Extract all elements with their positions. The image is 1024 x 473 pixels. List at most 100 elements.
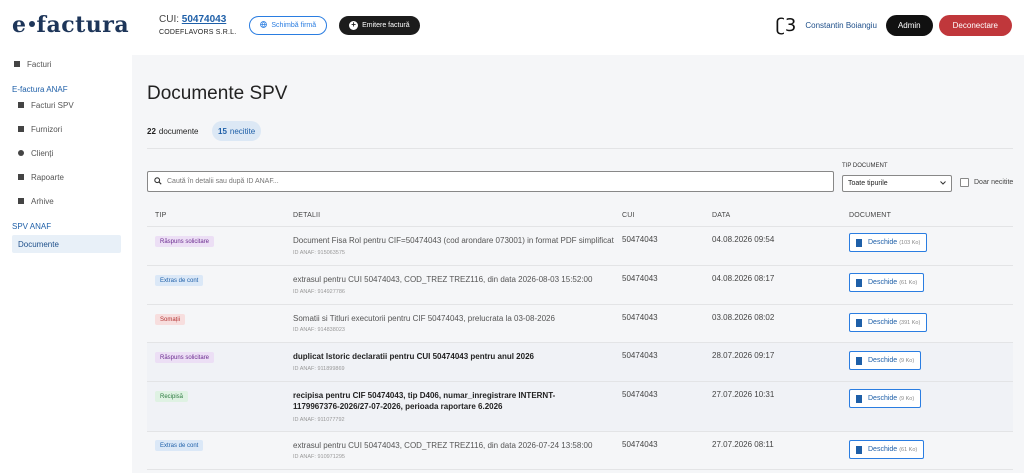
documents-count-number: 22 bbox=[147, 126, 156, 136]
sidebar-item-label: Clienți bbox=[31, 148, 54, 158]
logo-e: e bbox=[12, 12, 27, 38]
table-row[interactable]: Somații Somatii si Titluri executorii pe… bbox=[147, 305, 1013, 343]
row-date: 27.07.2026 08:11 bbox=[712, 440, 774, 449]
file-icon bbox=[856, 445, 862, 454]
only-unread-checkbox[interactable]: Doar necitite bbox=[960, 178, 1013, 187]
logo-dot bbox=[28, 21, 35, 27]
open-label: Deschide bbox=[868, 279, 898, 286]
row-details: extrasul pentru CUI 50474043, COD_TREZ T… bbox=[293, 441, 593, 450]
file-icon bbox=[856, 356, 862, 365]
checkbox-box[interactable] bbox=[960, 178, 969, 187]
sidebar-item-label: Facturi bbox=[27, 59, 52, 69]
issue-invoice-label: Emitere factură bbox=[362, 21, 410, 29]
unread-count-badge[interactable]: 15 necitite bbox=[212, 121, 262, 141]
document-icon bbox=[14, 61, 20, 67]
unread-count-number: 15 bbox=[218, 126, 227, 136]
top-header: e factura CUI: 50474043 CODEFLAVORS S.R.L… bbox=[0, 0, 1024, 50]
sidebar-item-furnizori[interactable]: Furnizori bbox=[18, 119, 124, 139]
document-type-value: Toate tipurile bbox=[848, 180, 888, 187]
file-icon bbox=[856, 318, 862, 327]
change-company-label: Schimbă firmă bbox=[271, 21, 317, 29]
company-name: CODEFLAVORS S.R.L. bbox=[159, 29, 237, 36]
issue-invoice-button[interactable]: + Emitere factură bbox=[339, 15, 420, 35]
open-document-button[interactable]: Deschide (9 Ko) bbox=[849, 351, 922, 370]
efactura-logo[interactable]: e factura bbox=[12, 12, 142, 38]
anaf-id: ID ANAF: 914838023 bbox=[293, 327, 345, 333]
invoice-icon bbox=[18, 102, 24, 108]
calendar-icon bbox=[18, 174, 24, 180]
row-date: 03.08.2026 08:02 bbox=[712, 313, 775, 322]
type-badge: Recipisă bbox=[155, 391, 189, 402]
search-input[interactable]: Caută în detalii sau după ID ANAF... bbox=[147, 171, 834, 192]
row-cui: 50474043 bbox=[622, 390, 658, 399]
row-date: 04.08.2026 09:54 bbox=[712, 235, 775, 244]
only-unread-label: Doar necitite bbox=[974, 179, 1014, 186]
unread-count-label: necitite bbox=[229, 126, 256, 136]
open-label: Deschide bbox=[868, 446, 898, 453]
admin-button[interactable]: Admin bbox=[885, 14, 933, 36]
open-document-button[interactable]: Deschide (391 Ko) bbox=[849, 313, 928, 332]
file-size: (9 Ko) bbox=[899, 395, 915, 402]
supplier-icon bbox=[18, 126, 24, 132]
company-info: CUI: 50474043 CODEFLAVORS S.R.L. bbox=[159, 14, 236, 36]
row-details: recipisa pentru CIF 50474043, tip D406, … bbox=[293, 391, 556, 411]
sidebar-item-label: Arhive bbox=[31, 196, 54, 206]
sidebar-item-facturi[interactable]: Facturi bbox=[14, 54, 124, 74]
open-document-button[interactable]: Deschide (9 Ko) bbox=[849, 389, 922, 408]
user-brand-icon: ʗ3 bbox=[775, 14, 797, 36]
file-size: (61 Ko) bbox=[899, 446, 918, 453]
sidebar-item-facturi-spv[interactable]: Facturi SPV bbox=[18, 95, 124, 115]
file-icon bbox=[856, 238, 862, 247]
open-document-button[interactable]: Deschide (61 Ko) bbox=[849, 273, 925, 292]
file-size: (103 Ko) bbox=[899, 239, 921, 246]
file-size: (61 Ko) bbox=[899, 279, 918, 286]
open-label: Deschide bbox=[868, 239, 898, 246]
type-badge: Extras de cont bbox=[155, 275, 204, 286]
file-size: (9 Ko) bbox=[899, 357, 915, 364]
table-row[interactable]: Răspuns solicitare Document Fisa Rol pen… bbox=[147, 227, 1013, 266]
divider bbox=[147, 148, 1013, 149]
table-row[interactable]: Extras de cont extrasul pentru CUI 50474… bbox=[147, 432, 1013, 470]
table-row[interactable]: Recipisă recipisa pentru CIF 50474043, t… bbox=[147, 382, 1013, 432]
sidebar-group-spv-anaf: SPV ANAF bbox=[12, 221, 52, 231]
open-label: Deschide bbox=[868, 319, 898, 326]
sidebar-item-rapoarte[interactable]: Rapoarte bbox=[18, 167, 124, 187]
row-details: duplicat Istoric declaratii pentru CUI 5… bbox=[293, 352, 534, 361]
file-size: (391 Ko) bbox=[899, 319, 921, 326]
user-name[interactable]: Constantin Boiangiu bbox=[805, 21, 877, 30]
sidebar-item-documente[interactable]: Documente bbox=[12, 235, 121, 253]
search-icon bbox=[154, 176, 167, 187]
logout-button[interactable]: Deconectare bbox=[938, 14, 1012, 36]
sidebar-item-arhive[interactable]: Arhive bbox=[18, 191, 124, 211]
row-details: Document Fisa Rol pentru CIF=50474043 (c… bbox=[293, 236, 614, 245]
sidebar-item-clienti[interactable]: Clienți bbox=[18, 143, 124, 163]
anaf-id: ID ANAF: 911077792 bbox=[293, 417, 345, 423]
row-cui: 50474043 bbox=[622, 235, 658, 244]
document-type-label: TIP DOCUMENT bbox=[842, 163, 888, 169]
documents-count-label: documente bbox=[158, 126, 199, 136]
archive-icon bbox=[18, 198, 24, 204]
open-document-button[interactable]: Deschide (61 Ko) bbox=[849, 440, 925, 459]
clients-icon bbox=[18, 150, 24, 156]
sidebar-item-label: Documente bbox=[18, 239, 59, 249]
sidebar-item-label: Facturi SPV bbox=[31, 100, 74, 110]
type-badge: Răspuns solicitare bbox=[155, 352, 215, 363]
type-badge: Răspuns solicitare bbox=[155, 236, 215, 247]
anaf-id: ID ANAF: 910971295 bbox=[293, 454, 345, 460]
row-details: extrasul pentru CUI 50474043, COD_TREZ T… bbox=[293, 275, 593, 284]
column-header-data: DATA bbox=[712, 212, 731, 219]
row-date: 27.07.2026 10:31 bbox=[712, 390, 775, 399]
document-type-select[interactable]: Toate tipurile bbox=[842, 175, 952, 192]
table-row[interactable]: Răspuns solicitare duplicat Istoric decl… bbox=[147, 343, 1013, 382]
change-company-button[interactable]: Schimbă firmă bbox=[249, 15, 328, 35]
documents-count: 22 documente bbox=[147, 121, 199, 141]
logo-text: factura bbox=[36, 12, 130, 38]
row-cui: 50474043 bbox=[622, 313, 658, 322]
globe-icon bbox=[260, 20, 268, 30]
plus-icon: + bbox=[349, 20, 359, 30]
cui-label: CUI: bbox=[159, 14, 179, 25]
open-document-button[interactable]: Deschide (103 Ko) bbox=[849, 233, 928, 252]
table-row[interactable]: Extras de cont extrasul pentru CUI 50474… bbox=[147, 266, 1013, 305]
cui-link[interactable]: 50474043 bbox=[182, 14, 227, 25]
open-label: Deschide bbox=[868, 395, 898, 402]
